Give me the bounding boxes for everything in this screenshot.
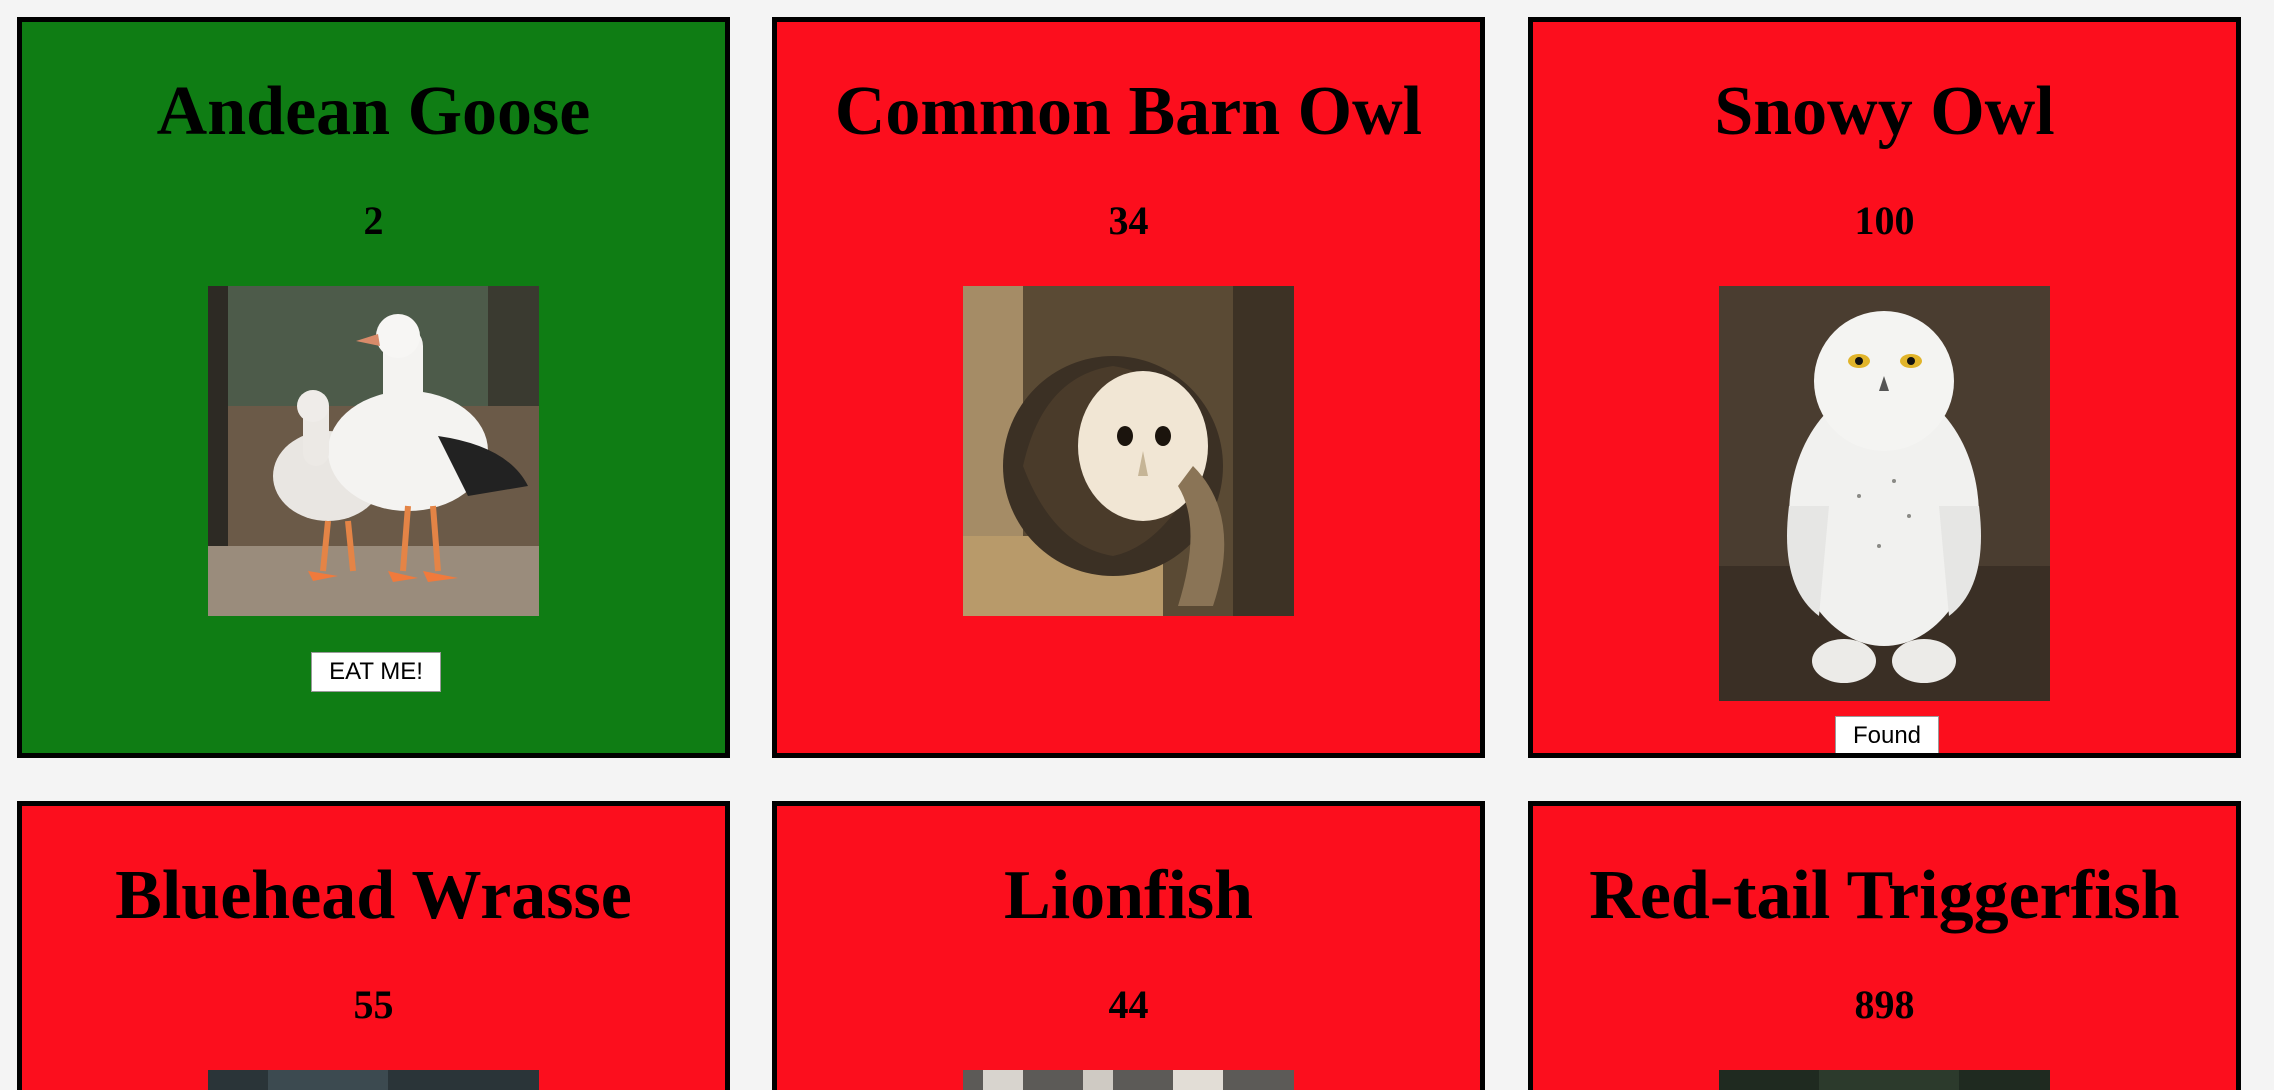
barn-owl-photo [963, 286, 1294, 616]
animal-name: Common Barn Owl [834, 73, 1423, 150]
animal-name: Andean Goose [156, 73, 591, 150]
animal-grid: Andean Goose 2 EAT ME! Common Barn Owl 3… [0, 0, 2274, 1090]
animal-card-common-barn-owl: Common Barn Owl 34 [772, 17, 1485, 758]
animal-name: Bluehead Wrasse [115, 857, 632, 934]
eat-me-button[interactable]: EAT ME! [311, 652, 441, 692]
animal-count: 44 [1108, 982, 1149, 1027]
bluehead-wrasse-photo [208, 1070, 539, 1090]
lionfish-photo [963, 1070, 1294, 1090]
snowy-owl-photo [1719, 286, 2050, 701]
red-tail-triggerfish-photo [1719, 1070, 2050, 1090]
animal-count: 898 [1854, 982, 1915, 1027]
animal-card-lionfish: Lionfish 44 [772, 801, 1485, 1090]
animal-card-andean-goose: Andean Goose 2 EAT ME! [17, 17, 730, 758]
animal-count: 100 [1854, 198, 1915, 243]
animal-count: 34 [1108, 198, 1149, 243]
animal-count: 55 [353, 982, 394, 1027]
animal-name: Lionfish [1004, 857, 1253, 934]
animal-card-snowy-owl: Snowy Owl 100 Found [1528, 17, 2241, 758]
animal-card-red-tail-triggerfish: Red-tail Triggerfish 898 [1528, 801, 2241, 1090]
found-button[interactable]: Found [1835, 716, 1939, 753]
andean-goose-photo [208, 286, 539, 616]
animal-count: 2 [363, 198, 384, 243]
animal-card-bluehead-wrasse: Bluehead Wrasse 55 [17, 801, 730, 1090]
animal-name: Snowy Owl [1714, 73, 2055, 150]
animal-name: Red-tail Triggerfish [1589, 857, 2180, 934]
